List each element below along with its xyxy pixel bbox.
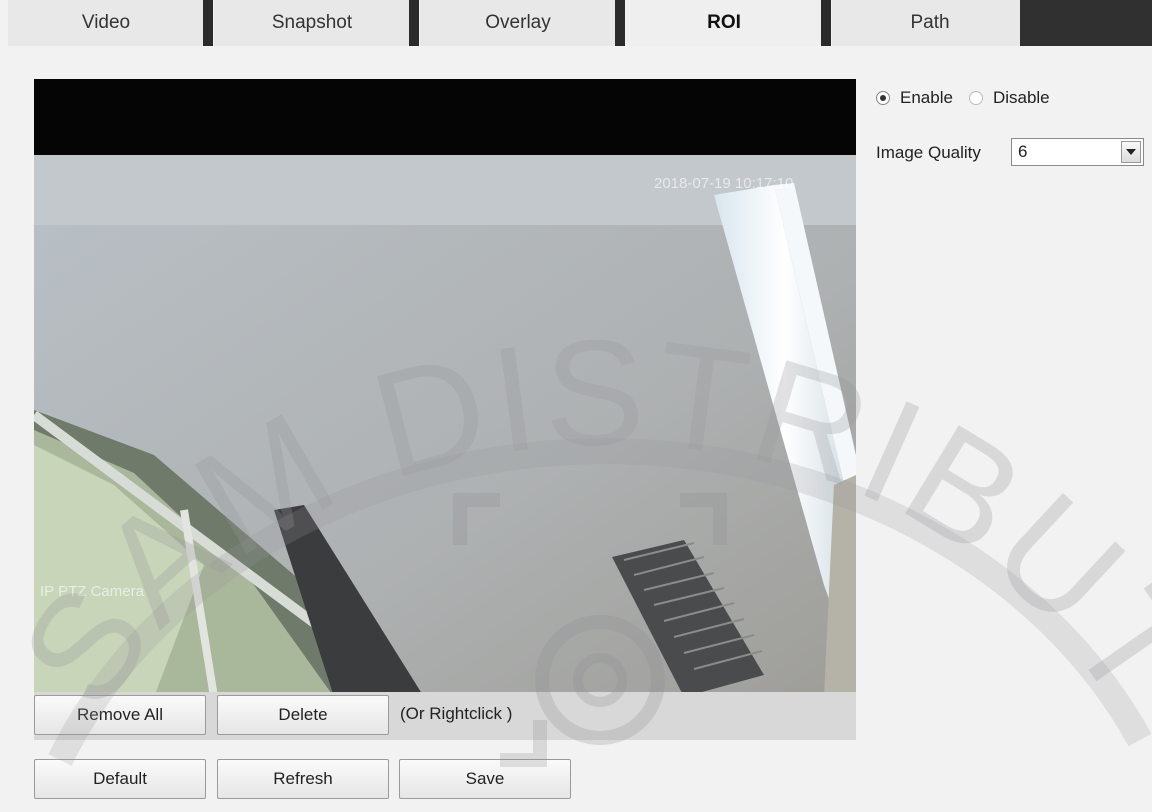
tab-snapshot[interactable]: Snapshot (214, 0, 410, 46)
delete-button[interactable]: Delete (217, 695, 389, 735)
rightclick-hint: (Or Rightclick ) (400, 704, 513, 723)
tab-bar: Video Snapshot Overlay ROI Path (8, 0, 1038, 46)
default-button[interactable]: Default (34, 759, 206, 799)
tab-roi[interactable]: ROI (626, 0, 822, 46)
tab-divider (615, 0, 625, 46)
tab-bar-end (1020, 0, 1152, 46)
tab-divider (821, 0, 831, 46)
tab-overlay[interactable]: Overlay (420, 0, 616, 46)
tab-path[interactable]: Path (832, 0, 1028, 46)
tab-divider (409, 0, 419, 46)
image-quality-label: Image Quality (876, 143, 981, 162)
video-preview[interactable]: 2018-07-19 10:17:10 IP PTZ Camera (34, 79, 856, 692)
enable-radio[interactable] (876, 91, 890, 105)
roi-enable-group: Enable Disable (876, 88, 1066, 108)
tab-divider (203, 0, 213, 46)
refresh-button[interactable]: Refresh (217, 759, 389, 799)
osd-timestamp: 2018-07-19 10:17:10 (654, 175, 794, 192)
camera-image (34, 155, 856, 692)
tab-video[interactable]: Video (8, 0, 204, 46)
image-quality-select[interactable]: 6 (1011, 138, 1144, 166)
disable-label: Disable (992, 88, 1050, 107)
remove-all-button[interactable]: Remove All (34, 695, 206, 735)
enable-label: Enable (900, 88, 953, 107)
disable-radio[interactable] (968, 91, 983, 105)
chevron-down-icon[interactable] (1121, 141, 1141, 163)
save-button[interactable]: Save (399, 759, 571, 799)
image-quality-value: 6 (1018, 142, 1028, 161)
osd-camera-name: IP PTZ Camera (40, 583, 144, 600)
